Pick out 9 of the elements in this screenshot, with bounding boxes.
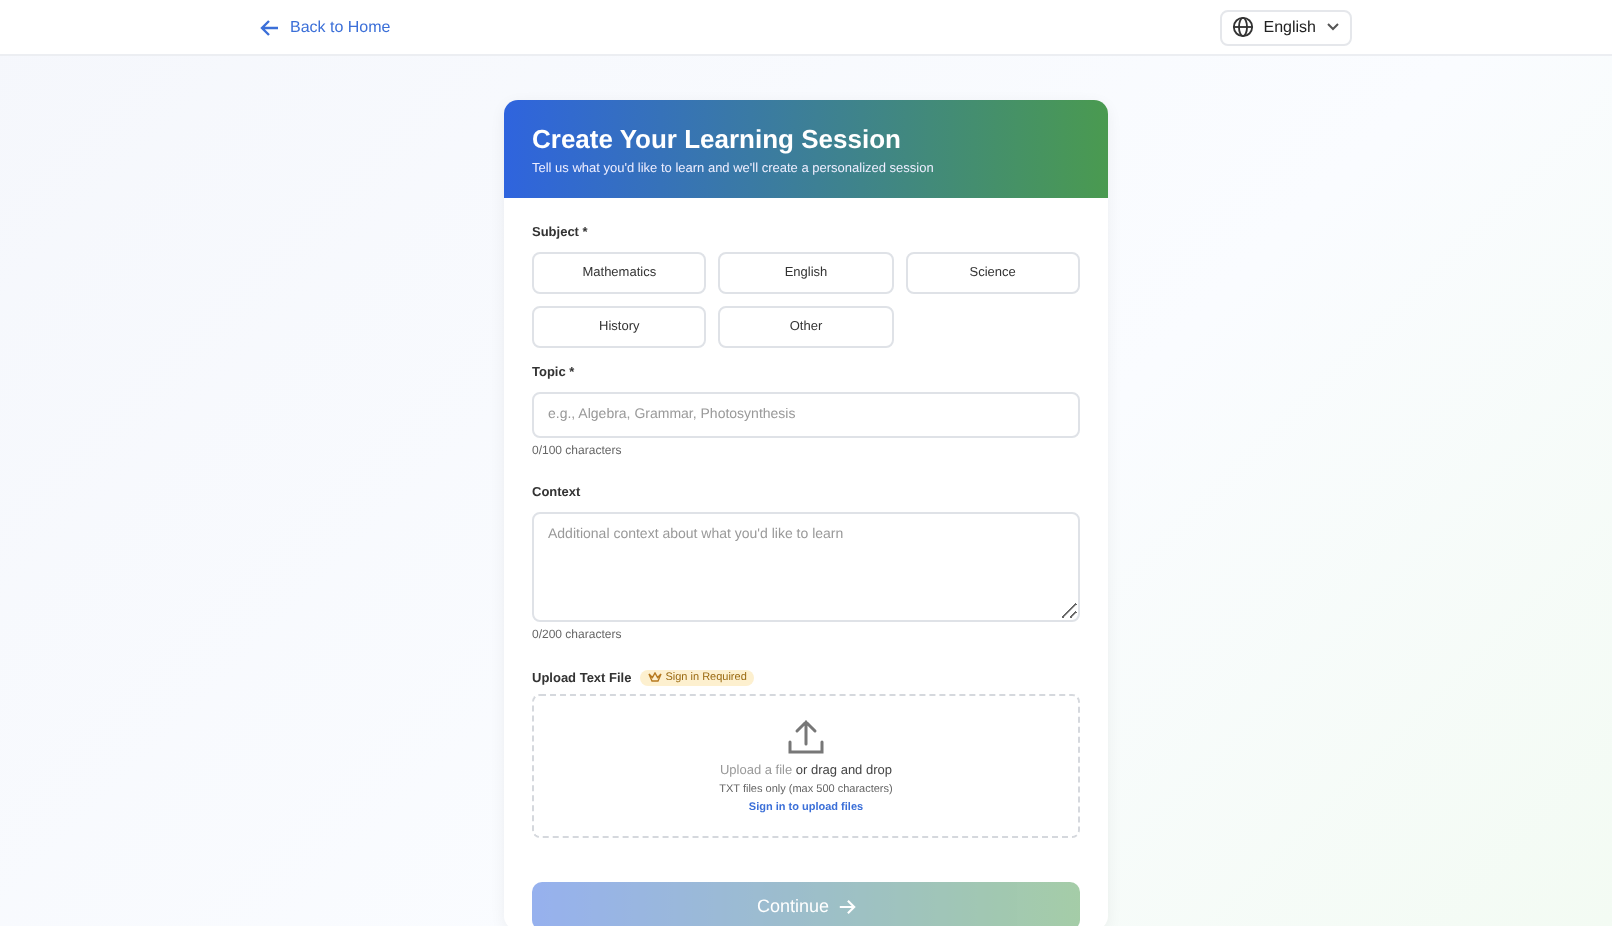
upload-icon bbox=[786, 718, 826, 758]
crown-icon bbox=[647, 672, 662, 684]
arrow-left-icon bbox=[260, 17, 280, 37]
back-to-home-link[interactable]: Back to Home bbox=[260, 17, 391, 37]
card-title: Create Your Learning Session bbox=[532, 124, 903, 154]
language-select[interactable]: English bbox=[1219, 9, 1352, 45]
globe-icon bbox=[1231, 16, 1254, 38]
chevron-down-icon bbox=[1326, 22, 1340, 32]
arrow-right-icon bbox=[837, 897, 856, 915]
